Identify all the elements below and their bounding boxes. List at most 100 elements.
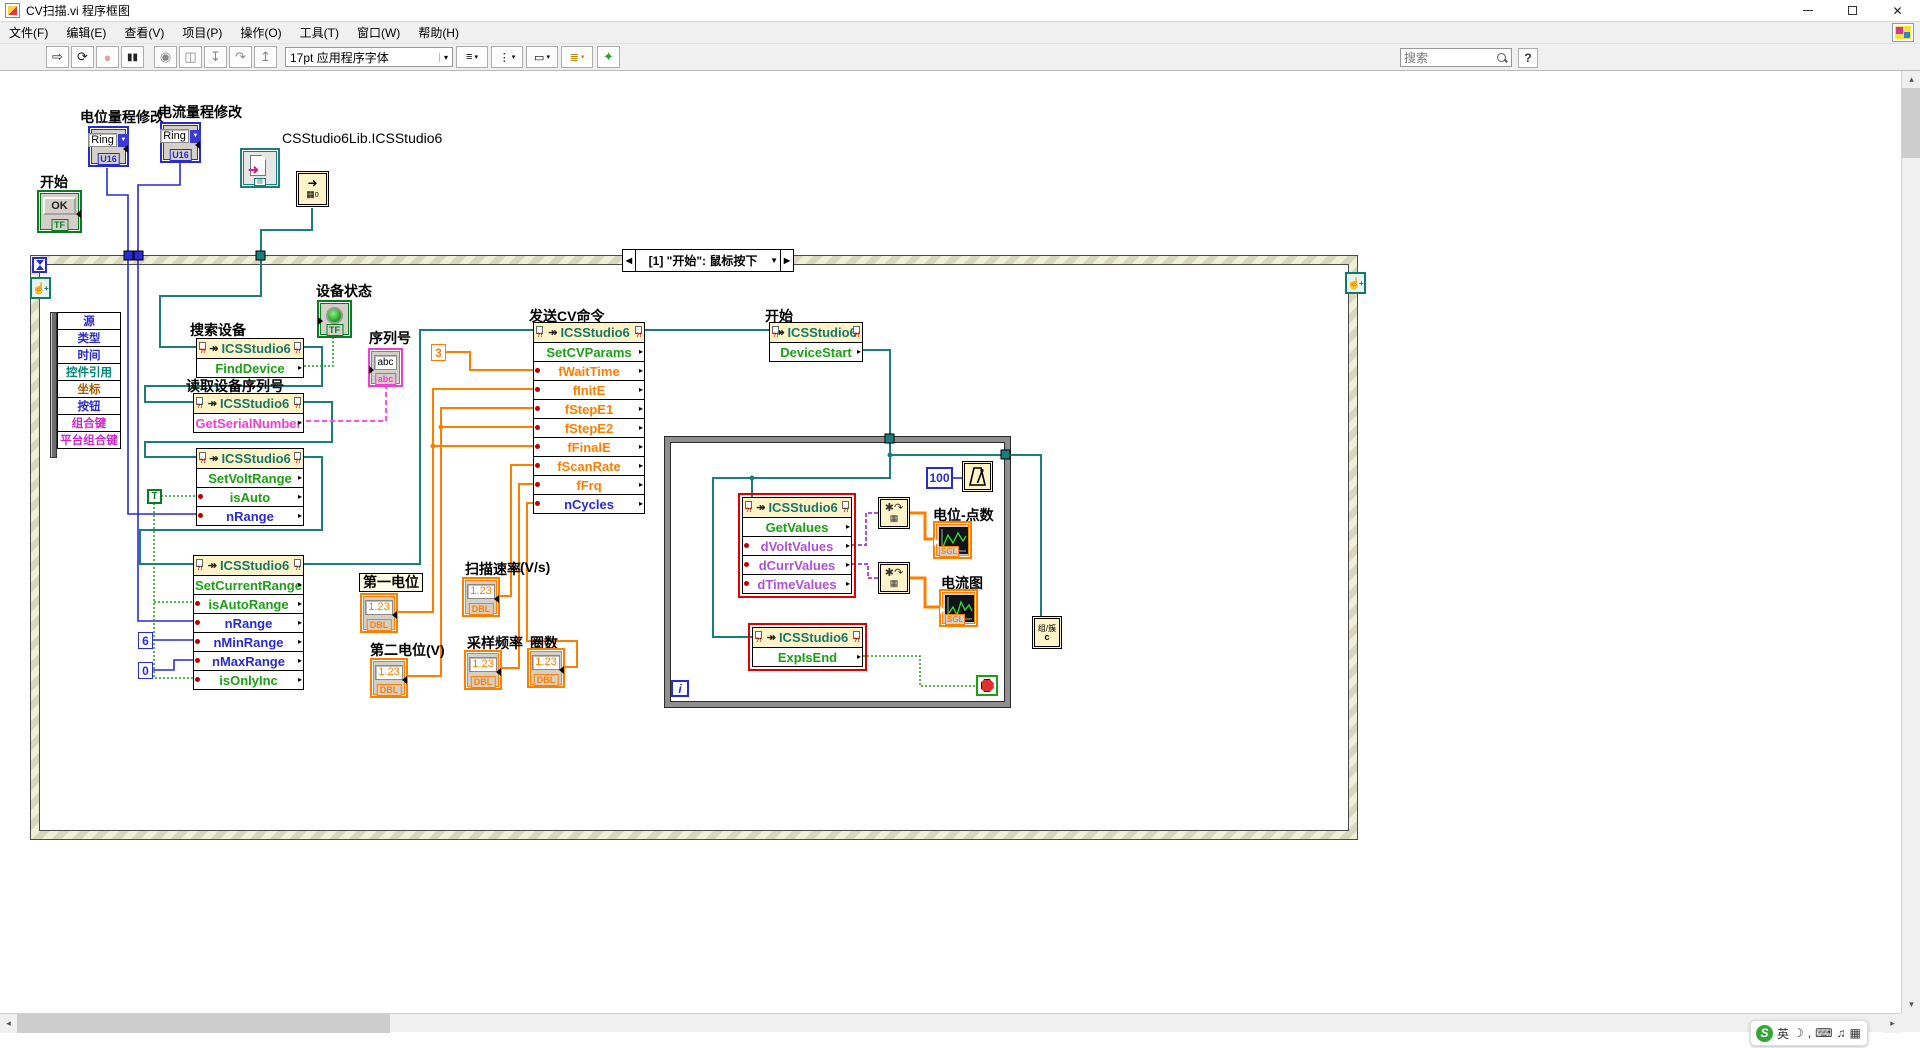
- invoke-param-row[interactable]: fInitE▸: [534, 380, 644, 399]
- help-button[interactable]: ?: [1518, 48, 1538, 68]
- constant-100[interactable]: 100: [926, 467, 953, 489]
- clean-up-diagram-button[interactable]: ✦: [597, 46, 620, 68]
- wait-ms-icon[interactable]: [962, 461, 993, 492]
- menu-item-0[interactable]: 文件(F): [0, 21, 57, 44]
- vertical-scrollbar[interactable]: ▴ ▾: [1901, 71, 1920, 1013]
- invoke-param-row[interactable]: isAutoRange▸: [194, 594, 303, 613]
- event-data-item[interactable]: 按钮: [57, 397, 121, 415]
- invoke-param-row[interactable]: nMaxRange▸: [194, 651, 303, 670]
- highlight-execution-button[interactable]: ◉: [154, 46, 177, 68]
- invoke-method-row[interactable]: DeviceStart▸: [770, 342, 862, 361]
- led-indicator-terminal[interactable]: TF: [317, 300, 352, 338]
- ring-terminal-pot-range[interactable]: Ring ▼ U16: [88, 126, 129, 167]
- scrollbar-thumb[interactable]: [17, 1014, 390, 1033]
- selector-prev-icon[interactable]: ◀: [623, 250, 636, 271]
- event-data-node-spine[interactable]: [50, 312, 57, 458]
- event-data-item[interactable]: 类型: [57, 329, 121, 347]
- invoke-node-setcvparams[interactable]: ?!↠ICSStudio6?!SetCVParams▸fWaitTime▸fIn…: [533, 322, 645, 514]
- menu-item-3[interactable]: 项目(P): [173, 21, 231, 44]
- run-button[interactable]: ⇨: [46, 46, 69, 68]
- ime-toolbar[interactable]: S 英☽,⌨♫▦: [1750, 1020, 1868, 1046]
- invoke-param-row[interactable]: nRange▸: [197, 506, 303, 525]
- invoke-node-devicestart[interactable]: ?!↠ICSStudio6?!DeviceStart▸: [769, 322, 863, 362]
- invoke-method-row[interactable]: GetValues▸: [743, 517, 851, 536]
- event-timeout-terminal[interactable]: [32, 257, 47, 273]
- dotnet-refnum-icon[interactable]: ➜▦0: [296, 171, 329, 207]
- dynamic-event-terminal-left[interactable]: ☝+: [30, 277, 51, 299]
- invoke-node-expisend[interactable]: ?!↠ICSStudio6?!ExpIsEnd▸: [752, 627, 863, 667]
- close-button[interactable]: ✕: [1875, 0, 1920, 22]
- ime-button-2[interactable]: ,: [1808, 1026, 1811, 1040]
- invoke-method-row[interactable]: SetCurrentRange▸: [194, 575, 303, 594]
- selector-next-icon[interactable]: ▶: [780, 250, 793, 271]
- invoke-method-row[interactable]: SetVoltRange▸: [197, 468, 303, 487]
- chevron-down-icon[interactable]: ▼: [770, 256, 778, 265]
- invoke-method-row[interactable]: GetSerialNumber▸: [194, 413, 303, 432]
- dbl-terminal-sample-freq[interactable]: 1.23 DBL: [464, 650, 502, 690]
- distribute-objects-button[interactable]: ⋮▾: [491, 46, 523, 68]
- ring-terminal-cur-range[interactable]: Ring ▼ U16: [160, 122, 201, 163]
- invoke-param-row[interactable]: dCurrValues▸: [743, 555, 851, 574]
- invoke-param-row[interactable]: fWaitTime▸: [534, 361, 644, 380]
- invoke-method-row[interactable]: FindDevice▸: [197, 358, 303, 377]
- invoke-param-row[interactable]: fScanRate▸: [534, 456, 644, 475]
- dbl-terminal-first-pot[interactable]: 1.23 DBL: [360, 593, 398, 633]
- step-out-button[interactable]: ↥: [254, 46, 277, 68]
- event-selector[interactable]: ◀ [1] "开始": 鼠标按下 ▼ ▶: [622, 249, 794, 272]
- dynamic-event-terminal-right[interactable]: ☝+: [1345, 272, 1366, 294]
- invoke-node-getvalues[interactable]: ?!↠ICSStudio6?!GetValues▸dVoltValues▸dCu…: [742, 497, 852, 594]
- scrollbar-thumb[interactable]: [1902, 88, 1920, 158]
- invoke-param-row[interactable]: fStepE2▸: [534, 418, 644, 437]
- pause-button[interactable]: ▮▮: [121, 46, 144, 68]
- event-data-node[interactable]: 源类型时间控件引用坐标按钮组合键平台组合键: [57, 312, 121, 449]
- invoke-method-row[interactable]: ExpIsEnd▸: [753, 647, 862, 666]
- menu-item-7[interactable]: 帮助(H): [409, 21, 468, 44]
- align-objects-button[interactable]: ≡▾: [456, 46, 488, 68]
- dbl-terminal-second-pot[interactable]: 1.23 DBL: [370, 658, 408, 698]
- invoke-node-setcurrentrange[interactable]: ?!↠ICSStudio6?!SetCurrentRange▸isAutoRan…: [193, 555, 304, 690]
- invoke-node-getserialnumber[interactable]: ?!↠ICSStudio6?!GetSerialNumber▸: [193, 393, 304, 433]
- invoke-param-row[interactable]: nRange▸: [194, 613, 303, 632]
- invoke-param-row[interactable]: nCycles▸: [534, 494, 644, 513]
- string-indicator-terminal[interactable]: abc abc: [368, 348, 403, 387]
- menu-item-4[interactable]: 操作(O): [231, 21, 290, 44]
- step-into-button[interactable]: ↧: [204, 46, 227, 68]
- menu-item-5[interactable]: 工具(T): [291, 21, 348, 44]
- invoke-param-row[interactable]: dVoltValues▸: [743, 536, 851, 555]
- resize-objects-button[interactable]: ▭▾: [526, 46, 558, 68]
- xy-graph-terminal-pot[interactable]: SGL: [933, 521, 972, 559]
- event-data-item[interactable]: 时间: [57, 346, 121, 364]
- event-data-item[interactable]: 平台组合键: [57, 431, 121, 449]
- constant-3[interactable]: 3: [431, 344, 446, 361]
- minimize-button[interactable]: [1785, 0, 1830, 22]
- scroll-down-icon[interactable]: ▾: [1902, 996, 1920, 1013]
- array-convert-icon[interactable]: ✱↷▦: [878, 497, 910, 529]
- event-data-item[interactable]: 坐标: [57, 380, 121, 398]
- retain-wire-values-button[interactable]: ◫: [179, 46, 202, 68]
- xy-graph-terminal-current[interactable]: SGL: [939, 589, 978, 627]
- ime-button-4[interactable]: ♫: [1836, 1026, 1845, 1040]
- cluster-convert-icon[interactable]: 组/簇 c: [1032, 616, 1062, 649]
- dbl-terminal-scan-rate[interactable]: 1.23 DBL: [462, 577, 500, 617]
- menu-item-2[interactable]: 查看(V): [115, 21, 173, 44]
- maximize-button[interactable]: [1830, 0, 1875, 22]
- invoke-param-row[interactable]: isOnlyInc▸: [194, 670, 303, 689]
- invoke-method-row[interactable]: SetCVParams▸: [534, 342, 644, 361]
- invoke-param-row[interactable]: dTimeValues▸: [743, 574, 851, 593]
- scroll-left-icon[interactable]: ◂: [0, 1014, 17, 1033]
- ime-button-5[interactable]: ▦: [1849, 1026, 1860, 1040]
- horizontal-scrollbar[interactable]: ◂ ▸: [0, 1013, 1901, 1032]
- sogou-logo-icon[interactable]: S: [1756, 1025, 1773, 1042]
- scroll-right-icon[interactable]: ▸: [1884, 1014, 1901, 1033]
- vi-icon[interactable]: [1892, 23, 1914, 42]
- invoke-node-finddevice[interactable]: ?!↠ICSStudio6?!FindDevice▸: [196, 338, 304, 378]
- ime-button-0[interactable]: 英: [1777, 1025, 1789, 1042]
- invoke-param-row[interactable]: isAuto▸: [197, 487, 303, 506]
- ok-button-terminal[interactable]: OK TF: [37, 190, 82, 233]
- scroll-up-icon[interactable]: ▴: [1902, 71, 1920, 88]
- search-input[interactable]: 搜索: [1400, 48, 1512, 67]
- ime-button-1[interactable]: ☽: [1793, 1026, 1804, 1040]
- loop-iteration-terminal[interactable]: i: [671, 680, 689, 697]
- dbl-terminal-cycles[interactable]: 1.23 DBL: [527, 648, 565, 688]
- event-selector-label[interactable]: [1] "开始": 鼠标按下: [636, 252, 770, 269]
